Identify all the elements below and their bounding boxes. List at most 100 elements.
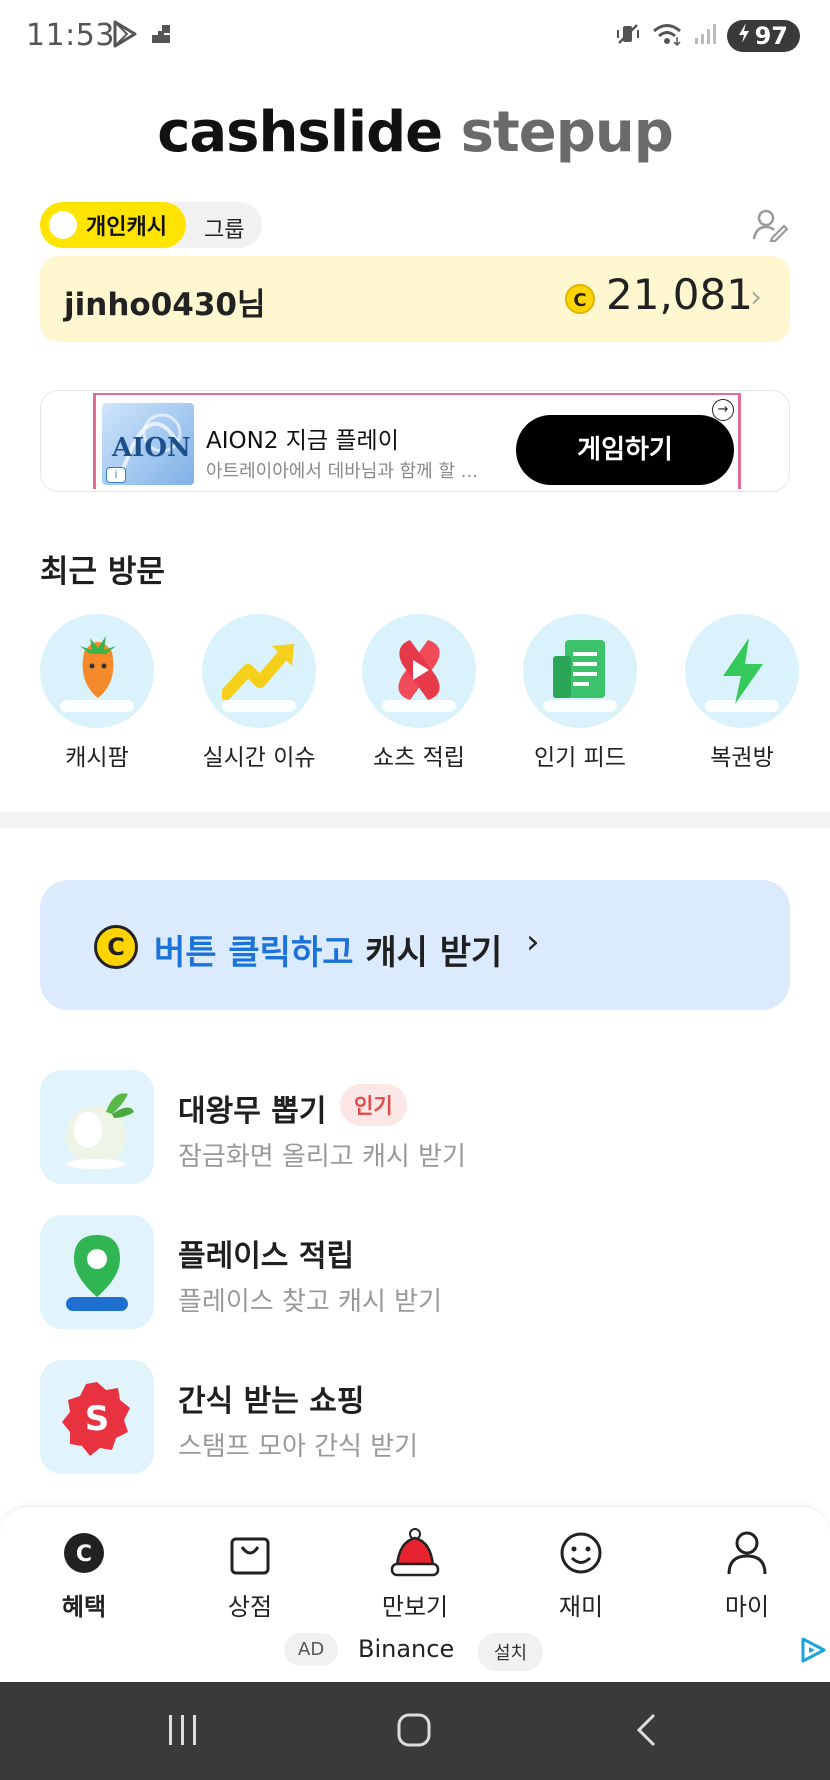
- ad-choices-icon[interactable]: →: [712, 399, 734, 421]
- status-icons-left: [112, 20, 172, 52]
- radish-icon: [62, 1084, 136, 1174]
- bottom-nav: C 혜택 상점 만보기 재미 마이 AD Binance 설치: [0, 1506, 830, 1683]
- ad-cta-button[interactable]: 게임하기: [516, 415, 734, 485]
- shopping-bag-icon: [229, 1531, 271, 1579]
- recent-icon-bg: [685, 614, 799, 728]
- install-button[interactable]: 설치: [478, 1633, 544, 1671]
- recent-icon-bg: [40, 614, 154, 728]
- cash-button-text-blue: 버튼 클릭하고: [154, 933, 354, 973]
- coin-icon: C: [565, 284, 595, 314]
- ad-banner[interactable]: AION i AION2 지금 플레이 아트레이아에서 데바님과 함께 할 ..…: [40, 390, 790, 492]
- feature-radish-pull[interactable]: 대왕무 뽑기 인기 잠금화면 올리고 캐시 받기: [40, 1070, 790, 1184]
- coin-icon: C: [94, 925, 138, 969]
- map-pin-icon: [62, 1231, 132, 1319]
- ad-choices-play-icon[interactable]: [798, 1635, 828, 1669]
- trend-arrow-icon: [220, 638, 298, 704]
- cell-signal-icon: [693, 22, 717, 50]
- recent-item-label: 인기 피드: [534, 745, 626, 771]
- wifi-icon: [651, 21, 683, 51]
- chevron-right-icon: ›: [526, 922, 540, 962]
- logo-primary: cashslide: [157, 100, 443, 165]
- recent-icon-bg: [362, 614, 476, 728]
- toggle-personal-cash[interactable]: 개인캐시: [40, 202, 186, 248]
- feed-doc-icon: [551, 634, 609, 710]
- svg-text:S: S: [85, 1399, 110, 1439]
- recent-item-label: 복권방: [710, 745, 774, 771]
- shorts-play-icon: [388, 636, 450, 708]
- nav-label: 상점: [227, 1593, 273, 1621]
- logo-secondary: stepup: [460, 100, 674, 165]
- feature-subtitle: 플레이스 찾고 캐시 받기: [178, 1287, 442, 1317]
- recent-visits-title: 최근 방문: [40, 554, 165, 590]
- mode-toggle[interactable]: 개인캐시 그룹: [40, 202, 262, 248]
- feature-icon-bg: [40, 1070, 154, 1184]
- ad-advertiser[interactable]: Binance: [358, 1635, 454, 1663]
- nav-label: 만보기: [381, 1593, 449, 1621]
- feature-title: 대왕무 뽑기: [178, 1094, 327, 1129]
- nav-my[interactable]: 마이: [687, 1529, 807, 1622]
- feature-icon-bg: [40, 1215, 154, 1329]
- edit-profile-icon[interactable]: [752, 208, 789, 246]
- cash-balance-card[interactable]: jinho0430님 C 21,081 ›: [40, 256, 790, 342]
- recent-item-lottery[interactable]: 복권방: [674, 614, 810, 772]
- feature-subtitle: 잠금화면 올리고 캐시 받기: [178, 1142, 466, 1172]
- nav-shop[interactable]: 상점: [190, 1529, 310, 1622]
- recent-icon-bg: [523, 614, 637, 728]
- recent-apps-icon[interactable]: [166, 1712, 200, 1752]
- bottom-ad-row[interactable]: AD Binance 설치: [0, 1633, 830, 1673]
- system-nav-bar: [0, 1682, 830, 1780]
- nav-pedometer[interactable]: 만보기: [355, 1528, 475, 1622]
- back-icon[interactable]: [634, 1712, 660, 1752]
- ad-content[interactable]: AION i AION2 지금 플레이 아트레이아에서 데바님과 함께 할 ..…: [93, 393, 741, 489]
- nav-benefits[interactable]: C 혜택: [24, 1529, 144, 1622]
- username: jinho0430님: [64, 287, 266, 323]
- nav-label: 마이: [724, 1593, 770, 1621]
- person-icon: [725, 1530, 769, 1580]
- battery-badge: 97: [726, 20, 800, 52]
- feature-title: 간식 받는 쇼핑: [178, 1384, 365, 1419]
- ad-thumbnail[interactable]: AION i: [102, 403, 194, 485]
- feature-snack-shopping[interactable]: S 간식 받는 쇼핑 스탬프 모아 간식 받기: [40, 1360, 790, 1474]
- signal-corner-icon: [150, 23, 172, 49]
- chevron-right-icon: ›: [750, 280, 762, 315]
- ad-info-icon[interactable]: i: [106, 467, 126, 483]
- feature-title: 플레이스 적립: [178, 1239, 355, 1274]
- status-icons-right: 97: [615, 20, 800, 52]
- ad-subtitle: 아트레이아에서 데바님과 함께 할 ...: [206, 461, 478, 482]
- recent-item-shorts[interactable]: 쇼츠 적립: [351, 614, 487, 772]
- recent-item-label: 쇼츠 적립: [373, 745, 465, 771]
- home-icon[interactable]: [396, 1712, 432, 1752]
- recent-item-cashfarm[interactable]: 캐시팜: [29, 614, 165, 772]
- feature-place-reward[interactable]: 플레이스 적립 플레이스 찾고 캐시 받기: [40, 1215, 790, 1329]
- battery-level: 97: [754, 22, 788, 50]
- coin-c-icon: C: [62, 1531, 106, 1579]
- status-time: 11:53: [26, 18, 115, 53]
- recent-item-label: 캐시팜: [65, 745, 129, 771]
- recent-item-realtime-issue[interactable]: 실시간 이슈: [191, 614, 327, 772]
- smile-icon: [559, 1531, 603, 1579]
- toggle-group[interactable]: 그룹: [204, 212, 244, 244]
- ad-title: AION2 지금 플레이: [206, 428, 399, 454]
- nav-fun[interactable]: 재미: [521, 1529, 641, 1622]
- mute-vibrate-icon: [615, 21, 641, 51]
- nav-label: 재미: [558, 1593, 604, 1621]
- cash-button-text-dark: 캐시 받기: [365, 933, 503, 973]
- recent-item-popular-feed[interactable]: 인기 피드: [512, 614, 648, 772]
- section-divider: [0, 812, 830, 828]
- cash-amount: 21,081: [606, 270, 753, 319]
- lightning-icon: [717, 636, 769, 710]
- feature-icon-bg: S: [40, 1360, 154, 1474]
- click-for-cash-button[interactable]: C 버튼 클릭하고 캐시 받기 ›: [40, 880, 790, 1010]
- feature-subtitle: 스탬프 모아 간식 받기: [178, 1432, 419, 1462]
- recent-item-label: 실시간 이슈: [202, 745, 316, 771]
- carrot-icon: [70, 632, 126, 706]
- toggle-knob: [49, 211, 77, 239]
- toggle-personal-label: 개인캐시: [86, 215, 167, 240]
- play-store-icon: [112, 20, 138, 52]
- battery-charging-icon: [737, 22, 751, 50]
- nav-label: 혜택: [61, 1593, 107, 1621]
- ad-label: AD: [284, 1633, 339, 1666]
- shopping-s-icon: S: [60, 1378, 134, 1462]
- app-logo: cashslide stepup: [0, 100, 830, 165]
- popular-badge: 인기: [340, 1084, 407, 1126]
